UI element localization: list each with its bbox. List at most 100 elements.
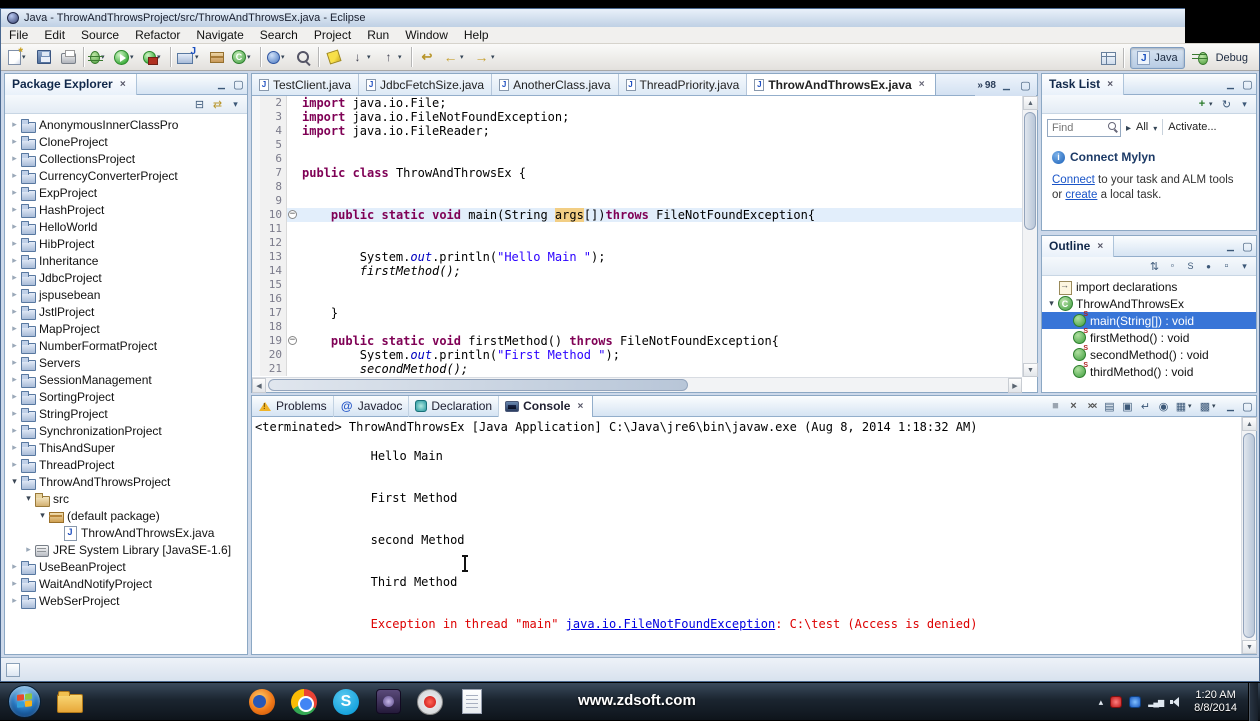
terminate-button[interactable] [1047, 398, 1064, 414]
dropdown-arrow-icon[interactable] [367, 53, 374, 61]
hide-fields-button[interactable] [1164, 258, 1181, 274]
code-editor[interactable]: 2 import java.io.File; 3 import java.io.… [252, 96, 1022, 377]
view-menu-button[interactable] [227, 96, 244, 112]
console-output[interactable]: <terminated> ThrowAndThrowsEx [Java Appl… [252, 417, 1241, 654]
firefox-app[interactable] [241, 683, 283, 721]
view-menu-button[interactable] [1236, 96, 1253, 112]
menu-item[interactable]: Search [252, 27, 306, 43]
project-tree-item[interactable]: SessionManagement [5, 371, 247, 388]
app-tray-icon[interactable] [1129, 696, 1142, 708]
project-tree-item[interactable]: (default package) [5, 507, 247, 524]
editor-vertical-scrollbar[interactable]: ▲ ▼ [1022, 96, 1038, 377]
project-tree-item[interactable]: Inheritance [5, 252, 247, 269]
project-tree-item[interactable]: UseBeanProject [5, 558, 247, 575]
outline-tree-item[interactable]: secondMethod() : void [1042, 345, 1256, 363]
expander-icon[interactable] [9, 119, 20, 130]
taskbar-clock[interactable]: 1:20 AM 8/8/2014 [1190, 689, 1241, 715]
outline-tree-item[interactable]: ThrowAndThrowsEx [1042, 295, 1256, 312]
dropdown-arrow-icon[interactable] [398, 53, 405, 61]
menu-item[interactable]: File [1, 27, 36, 43]
scroll-down-icon[interactable]: ▼ [1242, 640, 1257, 654]
editor-tab[interactable]: ThreadPriority.java [618, 74, 748, 95]
outline-view-tab[interactable]: Outline [1042, 235, 1115, 257]
dropdown-arrow-icon[interactable] [157, 53, 164, 61]
project-tree-item[interactable]: WaitAndNotifyProject [5, 575, 247, 592]
expander-icon[interactable] [9, 221, 20, 232]
minimize-view-button[interactable] [1222, 76, 1239, 92]
minimize-editor-button[interactable] [998, 77, 1015, 93]
windows-explorer-app[interactable] [49, 683, 91, 721]
expander-icon[interactable] [9, 561, 20, 572]
last-edit-location-button[interactable] [415, 45, 439, 69]
expander-icon[interactable] [9, 459, 20, 470]
package-explorer-view-tab[interactable]: Package Explorer [5, 73, 137, 95]
project-tree-item[interactable]: src [5, 490, 247, 507]
console-view-tab[interactable]: Declaration [409, 395, 500, 417]
close-view-icon[interactable] [574, 400, 586, 412]
expander-icon[interactable] [9, 476, 20, 487]
expander-icon[interactable] [9, 323, 20, 334]
editor-hscrollbar-thumb[interactable] [268, 379, 688, 391]
run-external-tools-button[interactable] [140, 45, 167, 69]
scroll-left-icon[interactable]: ◀ [252, 378, 266, 393]
expander-icon[interactable] [37, 510, 48, 521]
expander-icon[interactable] [9, 425, 20, 436]
network-icon[interactable] [1148, 698, 1163, 707]
scroll-up-icon[interactable]: ▲ [1242, 417, 1257, 431]
project-tree-item[interactable]: StringProject [5, 405, 247, 422]
maximize-view-button[interactable] [1239, 238, 1256, 254]
project-tree-item[interactable]: WebSerProject [5, 592, 247, 609]
maximize-view-button[interactable] [1239, 398, 1256, 414]
new-task-button[interactable] [1194, 96, 1217, 112]
collapse-icon[interactable] [288, 210, 297, 219]
console-vertical-scrollbar[interactable]: ▲ ▼ [1241, 417, 1257, 654]
save-button[interactable] [32, 45, 56, 69]
dropdown-arrow-icon[interactable] [460, 53, 467, 61]
maximize-view-button[interactable] [1239, 76, 1256, 92]
package-explorer-tree[interactable]: AnonymousInnerClassPro CloneProject Co [5, 114, 247, 654]
dropdown-arrow-icon[interactable] [247, 53, 254, 61]
dropdown-arrow-icon[interactable] [130, 53, 137, 61]
all-filter-label[interactable]: All [1136, 121, 1148, 133]
close-view-icon[interactable] [1094, 240, 1106, 252]
forward-button[interactable] [470, 45, 501, 69]
view-menu-button[interactable] [1236, 258, 1253, 274]
editor-tab[interactable]: TestClient.java [252, 74, 360, 95]
scope-arrow-icon[interactable] [1126, 118, 1131, 136]
expander-icon[interactable] [9, 204, 20, 215]
task-list-view-tab[interactable]: Task List [1042, 73, 1125, 95]
menu-item[interactable]: Edit [36, 27, 73, 43]
expander-icon[interactable] [9, 187, 20, 198]
print-button[interactable] [56, 45, 80, 69]
expander-icon[interactable] [9, 340, 20, 351]
start-button[interactable] [8, 685, 41, 718]
expander-icon[interactable] [9, 153, 20, 164]
menu-item[interactable]: Help [456, 27, 497, 43]
toggle-mark-occurrences-button[interactable] [322, 45, 346, 69]
expander-icon[interactable] [9, 255, 20, 266]
scroll-up-icon[interactable]: ▲ [1023, 96, 1038, 110]
collapse-icon[interactable] [288, 336, 297, 345]
menu-item[interactable]: Window [397, 27, 456, 43]
console-scrollbar-thumb[interactable] [1243, 433, 1255, 638]
menu-item[interactable]: Navigate [188, 27, 251, 43]
link-with-editor-button[interactable] [209, 96, 226, 112]
new-java-package-button[interactable] [205, 45, 229, 69]
expander-icon[interactable] [23, 493, 34, 504]
previous-annotation-button[interactable] [377, 45, 408, 69]
menu-item[interactable]: Source [73, 27, 127, 43]
new-java-class-button[interactable] [229, 45, 257, 69]
notepad-app[interactable] [451, 683, 493, 721]
debug-perspective-button[interactable]: Debug [1188, 47, 1255, 69]
dropdown-arrow-icon[interactable] [22, 53, 29, 61]
chrome-app[interactable] [283, 683, 325, 721]
clear-console-button[interactable] [1101, 398, 1118, 414]
maximize-view-button[interactable] [230, 76, 247, 92]
hide-static-members-button[interactable] [1182, 258, 1199, 274]
project-tree-item[interactable]: HashProject [5, 201, 247, 218]
expander-icon[interactable] [9, 170, 20, 181]
remove-all-terminated-button[interactable] [1083, 398, 1100, 414]
console-view-tab[interactable]: Javadoc [334, 395, 410, 417]
outline-tree[interactable]: import declarations ThrowAndThrowsEx [1042, 276, 1256, 392]
expander-icon[interactable] [9, 374, 20, 385]
